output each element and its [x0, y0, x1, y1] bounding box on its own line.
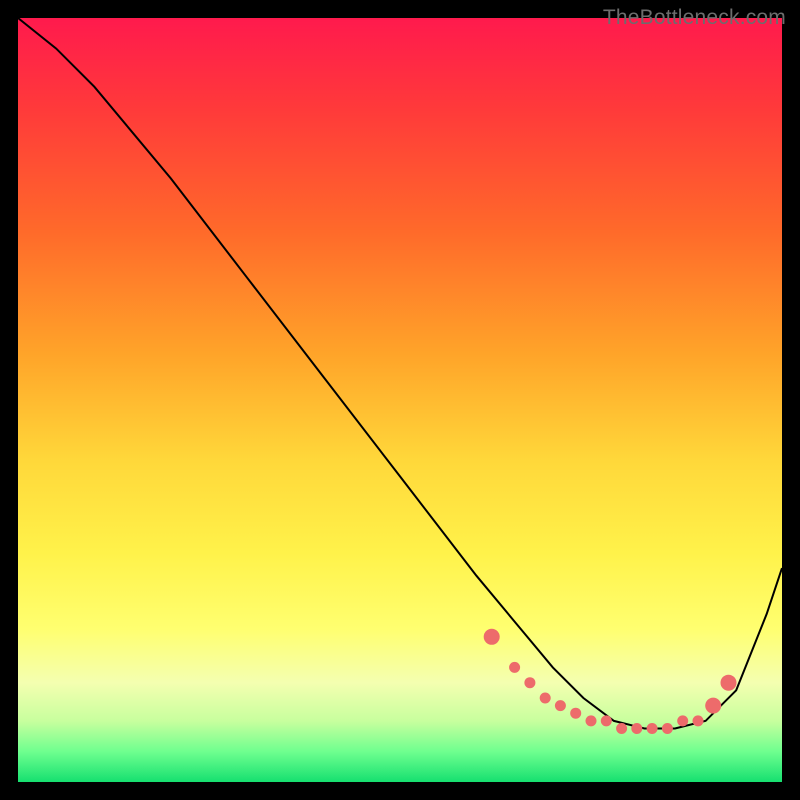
optimal-dot — [586, 715, 597, 726]
optimal-dot — [524, 677, 535, 688]
chart-stage: TheBottleneck.com — [0, 0, 800, 800]
optimal-dot — [540, 693, 551, 704]
bottleneck-curve — [18, 18, 782, 782]
optimal-dot — [616, 723, 627, 734]
optimal-dot — [721, 675, 737, 691]
optimal-dot — [509, 662, 520, 673]
optimal-dot — [662, 723, 673, 734]
optimal-dot — [555, 700, 566, 711]
optimal-dot — [705, 698, 721, 714]
optimal-dot — [647, 723, 658, 734]
optimal-zone-dots — [18, 18, 782, 782]
optimal-dot — [693, 715, 704, 726]
optimal-dot — [601, 715, 612, 726]
optimal-dot — [484, 629, 500, 645]
optimal-dot — [677, 715, 688, 726]
optimal-dot — [631, 723, 642, 734]
optimal-dot — [570, 708, 581, 719]
gradient-plot-area — [18, 18, 782, 782]
